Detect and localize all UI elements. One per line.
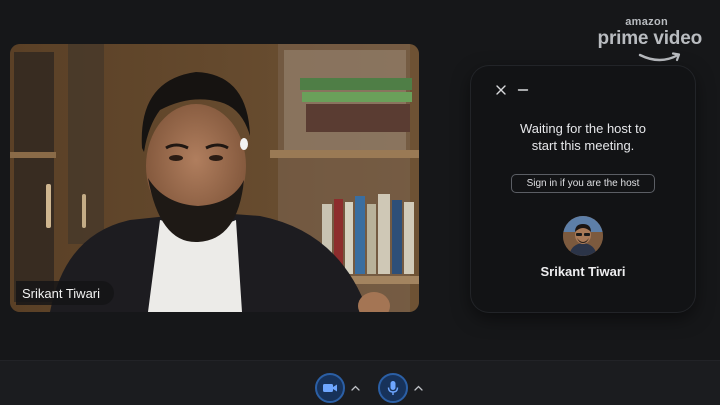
avatar <box>563 216 603 256</box>
waiting-message-line1: Waiting for the host to <box>520 121 646 136</box>
host-name-label: Srikant Tiwari <box>540 264 626 279</box>
smile-arrow-icon <box>638 52 681 62</box>
close-icon[interactable] <box>495 84 507 96</box>
camera-options-chevron-icon[interactable] <box>351 385 360 391</box>
avatar-photo <box>563 216 603 256</box>
minimize-icon[interactable] <box>517 84 529 96</box>
microphone-icon <box>387 381 399 395</box>
meeting-toolbar <box>0 360 720 405</box>
waiting-message-line2: start this meeting. <box>531 138 635 153</box>
camera-icon <box>323 384 337 392</box>
panel-window-controls <box>495 84 529 96</box>
participant-name-label: Srikant Tiwari <box>22 285 101 301</box>
host-sign-in-button[interactable]: Sign in if you are the host <box>511 174 655 193</box>
waiting-for-host-panel: Waiting for the host to start this meeti… <box>471 66 695 312</box>
microphone-options-chevron-icon[interactable] <box>414 385 423 391</box>
camera-toggle-button[interactable] <box>315 373 345 403</box>
participant-video-tile[interactable]: Srikant Tiwari <box>10 44 419 312</box>
participant-name-tag: Srikant Tiwari <box>16 281 115 305</box>
microphone-toggle-button[interactable] <box>378 373 408 403</box>
prime-video-watermark: amazon prime video <box>587 16 703 62</box>
waiting-message: Waiting for the host to start this meeti… <box>471 120 695 154</box>
participant-video-feed <box>10 44 419 312</box>
watermark-amazon-text: amazon <box>625 16 668 28</box>
watermark-prime-text: prime video <box>597 28 703 49</box>
